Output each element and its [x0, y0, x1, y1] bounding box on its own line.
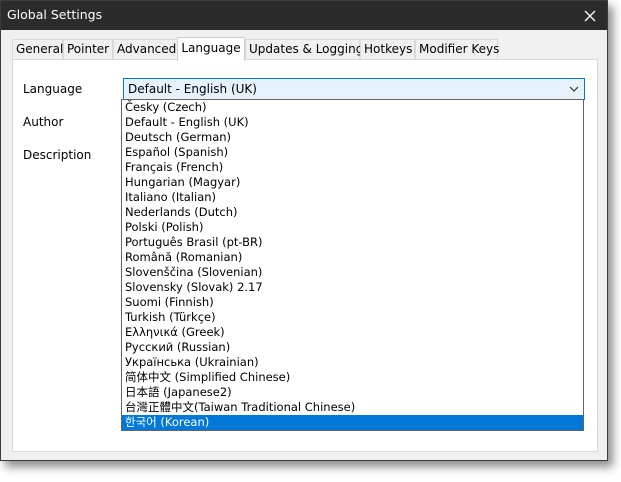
language-option[interactable]: Slovensky (Slovak) 2.17 [122, 280, 583, 295]
language-option[interactable]: Deutsch (German) [122, 130, 583, 145]
window-title: Global Settings [7, 7, 103, 22]
tab-advanced[interactable]: Advanced [113, 39, 178, 59]
language-select-value: Default - English (UK) [128, 82, 257, 96]
language-option[interactable]: 简体中文 (Simplified Chinese) [122, 370, 583, 385]
language-option[interactable]: Hungarian (Magyar) [122, 175, 583, 190]
language-option[interactable]: Turkish (Türkçe) [122, 310, 583, 325]
language-option[interactable]: Default - English (UK) [122, 115, 583, 130]
title-bar[interactable]: Global Settings [1, 1, 607, 30]
language-label: Language [23, 82, 83, 96]
language-option-selected[interactable]: 한국어 (Korean) [122, 415, 583, 430]
tab-label: Advanced [117, 42, 177, 56]
tab-pointer[interactable]: Pointer [63, 39, 113, 59]
tab-hotkeys[interactable]: Hotkeys [360, 39, 415, 59]
language-option[interactable]: Ελληνικά (Greek) [122, 325, 583, 340]
tab-general[interactable]: General [12, 39, 63, 59]
language-option[interactable]: Русский (Russian) [122, 340, 583, 355]
chevron-down-icon [569, 86, 579, 92]
tab-language[interactable]: Language [177, 37, 245, 61]
language-option[interactable]: Українська (Ukrainian) [122, 355, 583, 370]
language-option[interactable]: Česky (Czech) [122, 100, 583, 115]
description-label: Description [23, 148, 92, 162]
language-option[interactable]: 台灣正體中文(Taiwan Traditional Chinese) [122, 400, 583, 415]
language-option[interactable]: Português Brasil (pt-BR) [122, 235, 583, 250]
language-option[interactable]: Română (Romanian) [122, 250, 583, 265]
tab-label: Modifier Keys [419, 42, 500, 56]
language-dropdown-list[interactable]: Česky (Czech) Default - English (UK) Deu… [121, 99, 584, 431]
language-option[interactable]: Italiano (Italian) [122, 190, 583, 205]
language-select[interactable]: Default - English (UK) [123, 78, 585, 100]
language-option[interactable]: 日本語 (Japanese2) [122, 385, 583, 400]
tab-label: Updates & Logging [249, 42, 364, 56]
tab-updates-logging[interactable]: Updates & Logging [245, 39, 364, 59]
tab-label: Hotkeys [364, 42, 413, 56]
author-label: Author [23, 115, 64, 129]
tab-label: Language [181, 41, 241, 55]
language-option[interactable]: Nederlands (Dutch) [122, 205, 583, 220]
language-option[interactable]: Français (French) [122, 160, 583, 175]
tab-label: Pointer [67, 42, 110, 56]
tab-modifier-keys[interactable]: Modifier Keys [415, 39, 500, 59]
tab-label: General [16, 42, 64, 56]
language-option[interactable]: Español (Spanish) [122, 145, 583, 160]
close-button[interactable] [573, 1, 607, 30]
language-option[interactable]: Polski (Polish) [122, 220, 583, 235]
close-icon [584, 10, 596, 21]
language-option[interactable]: Suomi (Finnish) [122, 295, 583, 310]
language-option[interactable]: Slovenščina (Slovenian) [122, 265, 583, 280]
